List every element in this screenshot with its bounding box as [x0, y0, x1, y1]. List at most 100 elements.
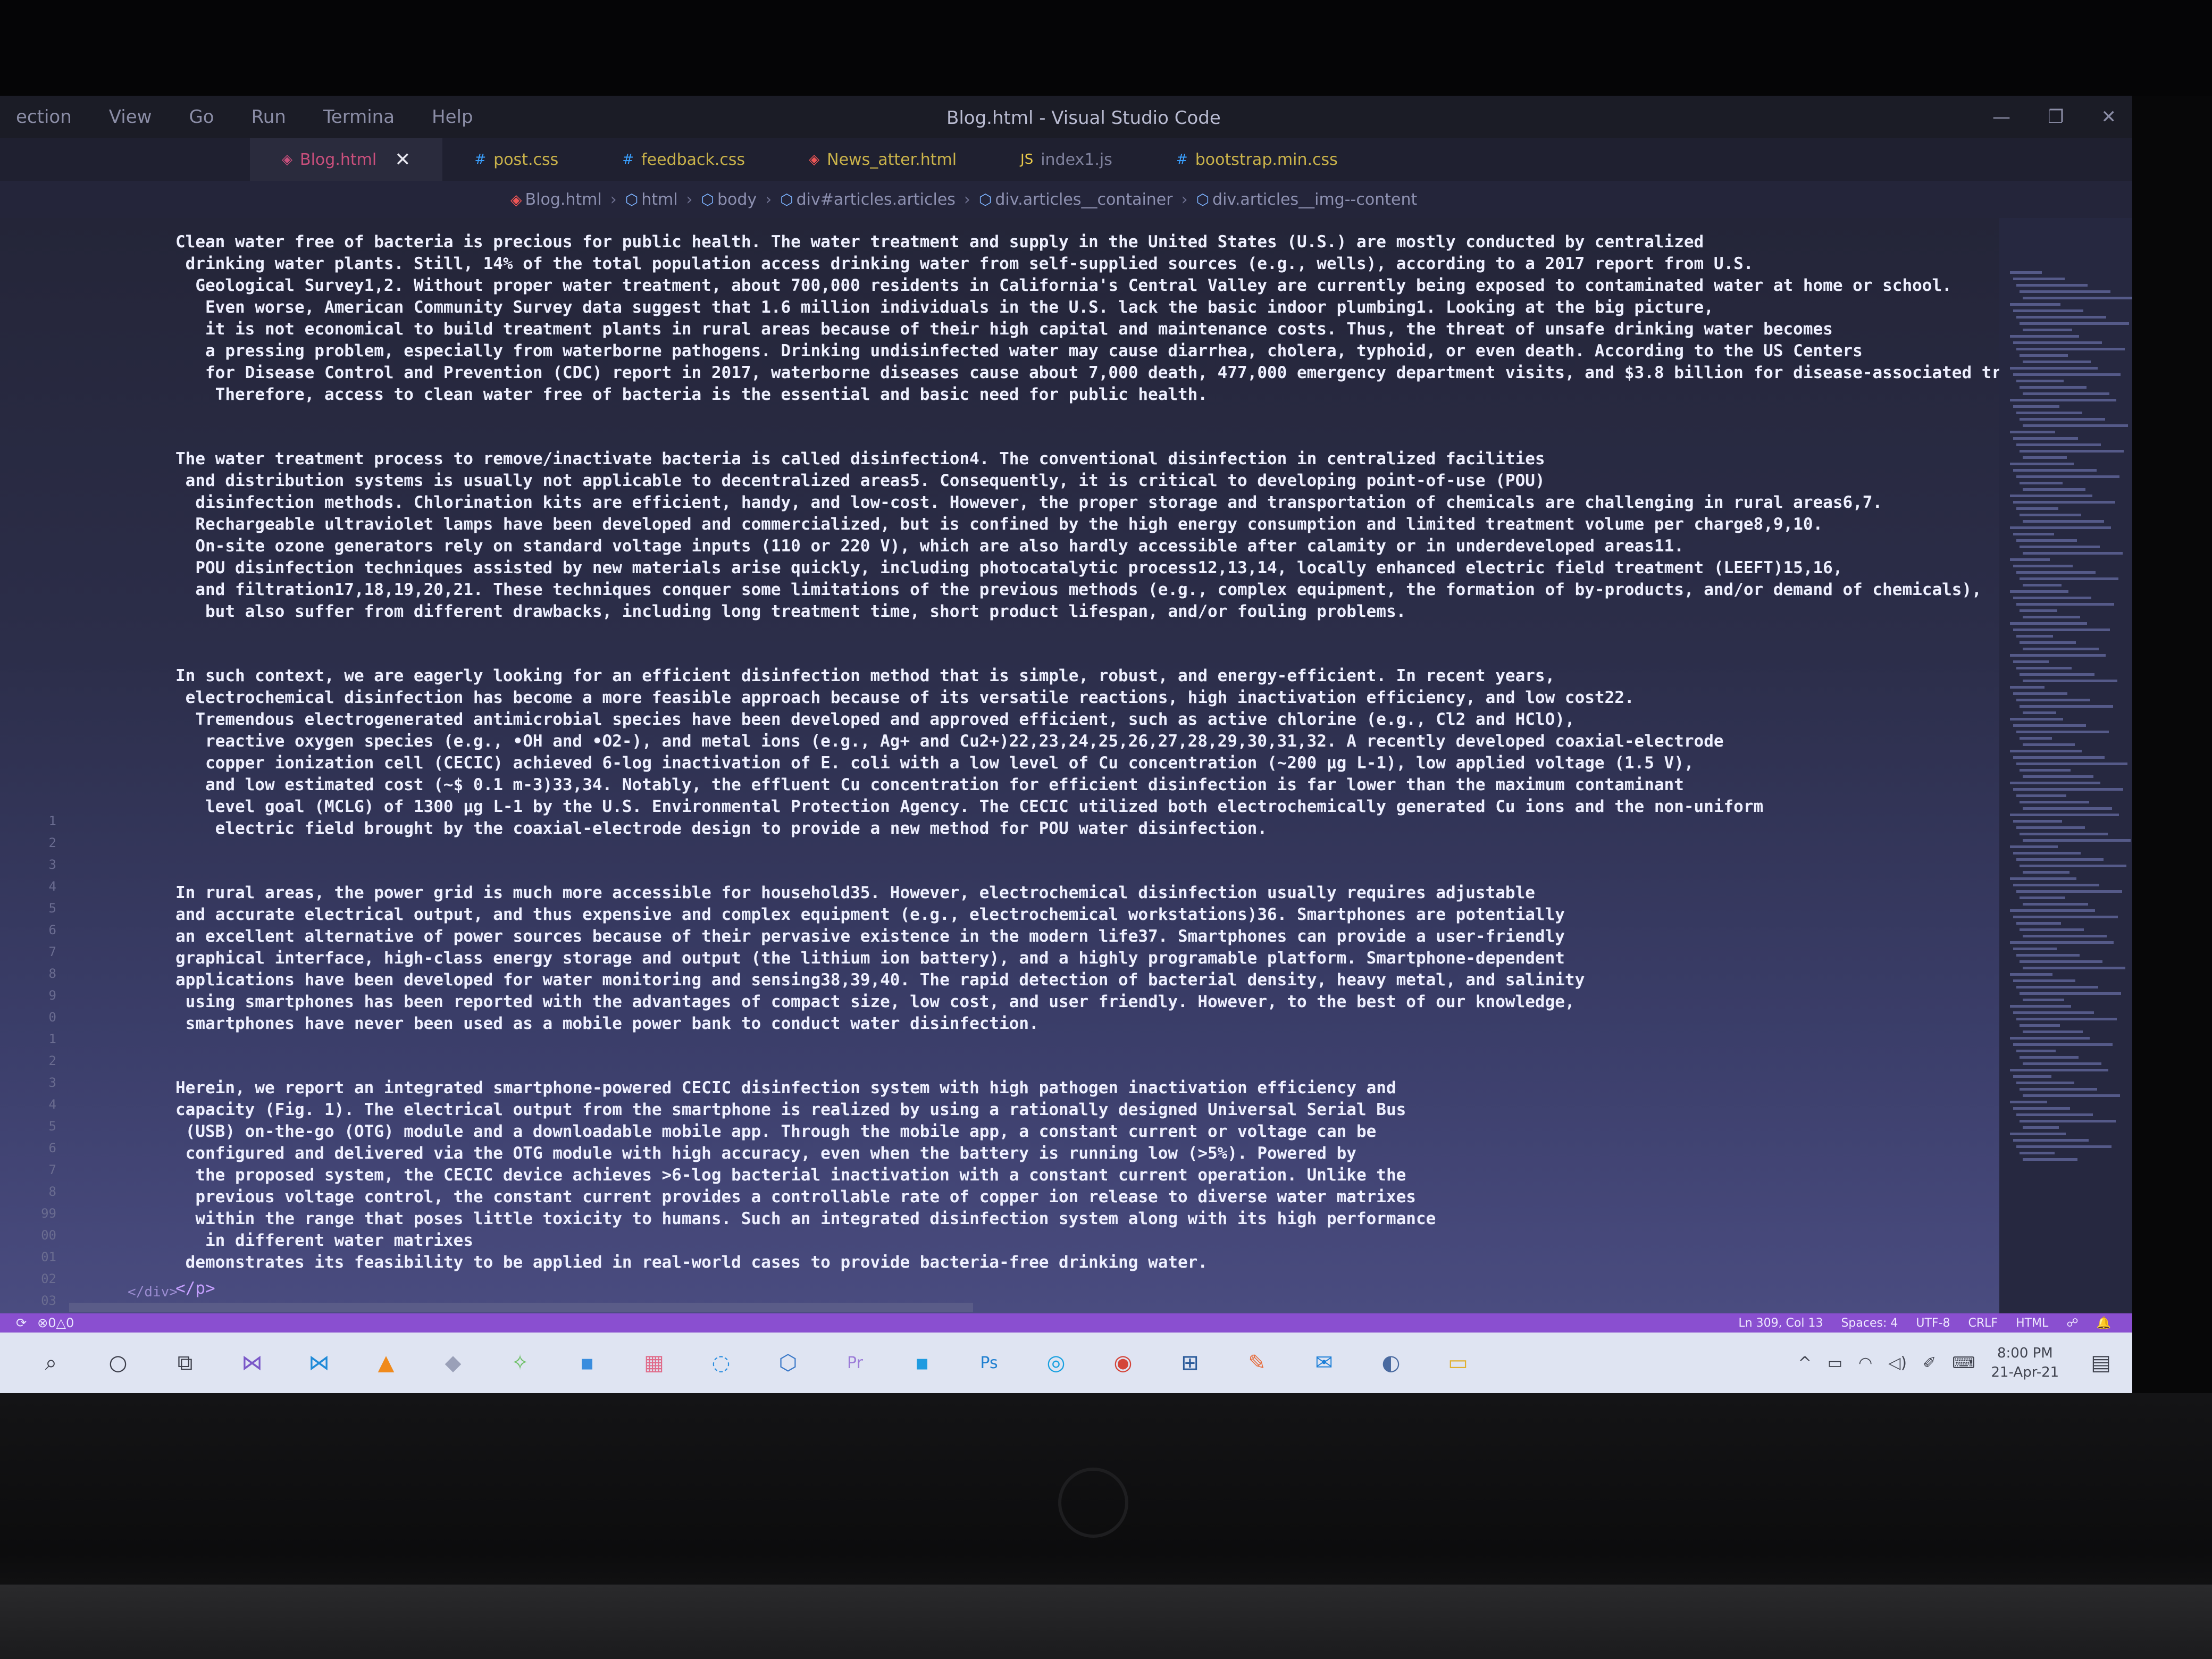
code-line: a pressing problem, especially from wate…	[175, 341, 1863, 361]
bell-icon[interactable]: 🔔	[2097, 1317, 2111, 1330]
feedback-icon[interactable]: ☍	[2066, 1317, 2078, 1330]
photoshop-icon[interactable]: Ps	[973, 1347, 1005, 1379]
tab-label: bootstrap.min.css	[1195, 150, 1338, 169]
tab-bootstrap-min-css[interactable]: # bootstrap.min.css	[1144, 138, 1370, 181]
battery-icon[interactable]: ▭	[1828, 1354, 1842, 1372]
minimap[interactable]	[1999, 218, 2132, 1313]
premiere-icon[interactable]: Pr	[839, 1347, 871, 1379]
minimap-line	[2020, 1024, 2060, 1027]
tab-news-atter-html[interactable]: ◈ News_atter.html	[777, 138, 988, 181]
code-line: (USB) on-the-go (OTG) module and a downl…	[175, 1122, 1377, 1141]
encoding[interactable]: UTF-8	[1916, 1317, 1950, 1330]
code-line: it is not economical to build treatment …	[175, 320, 1833, 339]
app-icon[interactable]: ◐	[1375, 1347, 1407, 1379]
code-line: reactive oxygen species (e.g., •OH and •…	[175, 732, 1724, 751]
minimap-line	[2013, 852, 2081, 854]
vlc-icon[interactable]: ▲	[370, 1347, 402, 1379]
chrome-icon[interactable]: ◉	[1107, 1347, 1139, 1379]
visual-studio-icon[interactable]: ⋈	[236, 1347, 268, 1379]
tab-post-css[interactable]: # post.css	[442, 138, 590, 181]
line-number: 1	[48, 1032, 56, 1046]
task-view-icon[interactable]: ⧉	[169, 1347, 201, 1379]
breadcrumb-item[interactable]: div.articles__img--content	[1212, 190, 1417, 209]
minimap-line	[2023, 871, 2069, 874]
notification-icon[interactable]: ▤	[2091, 1351, 2111, 1375]
minimap-line	[2020, 482, 2063, 484]
breadcrumb-item[interactable]: html	[641, 190, 677, 209]
minimap-line	[2016, 1050, 2056, 1052]
store-icon[interactable]: ⊞	[1174, 1347, 1206, 1379]
app-icon[interactable]: ✧	[504, 1347, 536, 1379]
cursor-position[interactable]: Ln 309, Col 13	[1738, 1317, 1823, 1330]
minimize-icon[interactable]: —	[1992, 106, 2010, 128]
pen-icon[interactable]: ✐	[1923, 1354, 1936, 1372]
code-line: Even worse, American Community Survey da…	[175, 298, 1714, 317]
restore-icon[interactable]: ❐	[2048, 106, 2064, 128]
minimap-line	[2016, 794, 2066, 797]
problems-indicator[interactable]: ⊗0△0	[37, 1316, 74, 1330]
mail-icon[interactable]: ✉	[1308, 1347, 1340, 1379]
minimap-line	[2016, 667, 2072, 669]
menu-view[interactable]: View	[109, 106, 152, 128]
breadcrumb-item[interactable]: body	[717, 190, 757, 209]
app-icon[interactable]: ▦	[638, 1347, 670, 1379]
minimap-line	[2020, 928, 2084, 931]
menu-help[interactable]: Help	[432, 106, 473, 128]
minimap-line	[2016, 539, 2077, 542]
line-number: 02	[41, 1271, 56, 1286]
code-line: within the range that poses little toxic…	[175, 1209, 1436, 1228]
app-icon[interactable]: ✎	[1241, 1347, 1273, 1379]
indentation[interactable]: Spaces: 4	[1841, 1317, 1898, 1330]
minimap-line	[2010, 271, 2042, 274]
vscode-icon[interactable]: ⋈	[303, 1347, 335, 1379]
app-icon[interactable]: ▪	[906, 1347, 938, 1379]
minimap-line	[2010, 1005, 2071, 1008]
code-line: but also suffer from different drawbacks…	[175, 602, 1406, 621]
cortana-icon[interactable]: ○	[102, 1347, 134, 1379]
menu-go[interactable]: Go	[189, 106, 214, 128]
tab-feedback-css[interactable]: # feedback.css	[590, 138, 777, 181]
breadcrumb-item[interactable]: Blog.html	[525, 190, 602, 209]
minimap-line	[2016, 284, 2088, 287]
file-explorer-icon[interactable]: ▭	[1442, 1347, 1474, 1379]
sync-icon[interactable]: ⟳	[16, 1316, 27, 1330]
line-ending[interactable]: CRLF	[1968, 1317, 1998, 1330]
line-number: 3	[48, 857, 56, 872]
app-icon[interactable]: ⬡	[772, 1347, 804, 1379]
minimap-line	[2010, 1133, 2066, 1135]
clock[interactable]: 8:00 PM 21-Apr-21	[1991, 1344, 2059, 1382]
code-editor[interactable]: 1234567890123456789900010203040506073083…	[0, 218, 2091, 1393]
code-close-div-tag: </div>	[128, 1284, 178, 1300]
close-icon[interactable]: ✕	[2101, 106, 2117, 128]
tab-blog-html[interactable]: ◈ Blog.html ✕	[250, 138, 443, 181]
edge-icon[interactable]: ◎	[1040, 1347, 1072, 1379]
minimap-line	[2016, 731, 2109, 733]
minimap-line	[2016, 1145, 2112, 1148]
menu-terminal[interactable]: Termina	[323, 106, 395, 128]
close-icon[interactable]: ✕	[395, 149, 410, 171]
app-icon[interactable]: ◌	[705, 1347, 737, 1379]
cube-icon: ⬡	[780, 190, 793, 208]
app-icon[interactable]: ▪	[571, 1347, 603, 1379]
app-icon[interactable]: ◆	[437, 1347, 469, 1379]
breadcrumb-item[interactable]: div#articles.articles	[797, 190, 956, 209]
search-icon[interactable]: ⌕	[35, 1347, 67, 1379]
minimap-line	[2023, 1030, 2083, 1033]
minimap-line	[2023, 361, 2091, 363]
tab-index1-js[interactable]: JS index1.js	[988, 138, 1144, 181]
menu-run[interactable]: Run	[252, 106, 286, 128]
horizontal-scrollbar[interactable]	[69, 1303, 973, 1312]
show-hidden-icons-icon[interactable]: ^	[1798, 1354, 1812, 1372]
code-line: electric field brought by the coaxial-el…	[175, 819, 1267, 838]
breadcrumb-item[interactable]: div.articles__container	[995, 190, 1172, 209]
code-content[interactable]: Clean water free of bacteria is precious…	[175, 218, 2091, 1298]
minimap-line	[2013, 820, 2062, 823]
menu-selection[interactable]: ection	[16, 106, 72, 128]
keyboard-icon[interactable]: ⌨	[1952, 1354, 1975, 1372]
code-line: Geological Survey1,2. Without proper wat…	[175, 276, 1952, 295]
wifi-icon[interactable]: ◠	[1858, 1354, 1872, 1372]
code-line: smartphones have never been used as a mo…	[175, 1014, 1039, 1033]
volume-icon[interactable]: ◁)	[1888, 1354, 1907, 1372]
language-mode[interactable]: HTML	[2016, 1317, 2048, 1330]
html-icon: ◈	[809, 152, 820, 167]
